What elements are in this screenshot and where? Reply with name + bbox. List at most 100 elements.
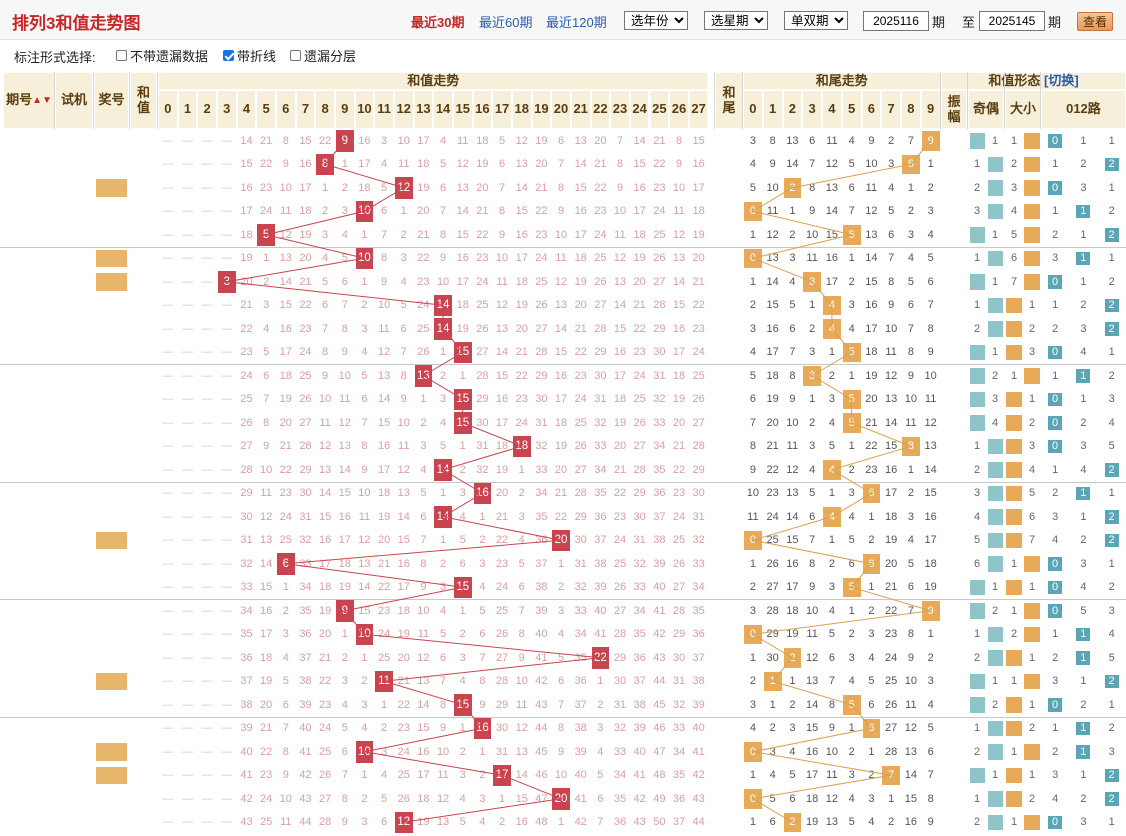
tail-hit-cell: 5 (842, 389, 861, 409)
from-period-input[interactable] (863, 11, 929, 31)
option-no-miss[interactable]: 不带遗漏数据 (116, 46, 208, 65)
checkbox-layer[interactable] (290, 50, 301, 61)
sum-miss-cell: 29 (633, 487, 646, 500)
sum-miss-cell: — (162, 181, 174, 194)
odd-even-hit (988, 744, 1003, 760)
sum-miss-cell: 9 (498, 228, 506, 241)
checkbox-line[interactable] (223, 50, 234, 61)
period-header[interactable]: 期号 ▲▼ (3, 72, 55, 129)
sum-miss-cell: 6 (381, 205, 388, 218)
sum-miss-cell: 32 (633, 557, 646, 570)
amp-cell (941, 482, 967, 506)
sum-miss-cell: 33 (672, 722, 686, 735)
sum-miss-cell: — (221, 463, 233, 476)
sum-miss-cell: 17 (299, 181, 312, 194)
tail-number-header: 7 (881, 90, 901, 129)
odd-even-hit (970, 697, 985, 713)
sum-miss-cell: 36 (692, 628, 705, 641)
road-miss: 3 (1080, 557, 1087, 570)
sum-miss-cell: 9 (263, 440, 270, 453)
try-cell (55, 670, 93, 694)
tail-cell (715, 552, 743, 576)
sum-miss-cell: 43 (240, 816, 253, 829)
sum-miss-cell: 20 (692, 252, 705, 265)
sum-number-header: 12 (393, 90, 414, 129)
query-button[interactable]: 查看 (1077, 12, 1113, 31)
sum-number-header: 6 (275, 90, 296, 129)
sum-miss-cell: 7 (557, 158, 565, 171)
amp-cell (941, 223, 967, 247)
sum-miss-cell: 17 (338, 534, 351, 547)
switch-link[interactable]: [切换] (1044, 73, 1079, 89)
sum-number-header: 5 (256, 90, 276, 129)
tail-hit-cell: 5 (842, 695, 861, 715)
tail-miss-cell: 16 (825, 252, 838, 265)
sum-miss-cell: 23 (260, 181, 273, 194)
sum-miss-cell: 1 (341, 628, 348, 641)
to-period-input[interactable] (979, 11, 1045, 31)
tail-miss-cell: 11 (766, 205, 779, 218)
odd-even-hit (988, 250, 1003, 266)
sum-miss-cell: 1 (440, 487, 447, 500)
sum-number-header: 23 (610, 90, 630, 129)
sum-miss-cell: 10 (436, 275, 450, 288)
tail-miss-cell: 28 (885, 745, 898, 758)
sum-miss-cell: 17 (318, 557, 332, 570)
period-cell (3, 153, 55, 177)
tail-miss-cell: 13 (766, 252, 779, 265)
big-small-hit (1024, 626, 1040, 642)
period-cell (3, 740, 55, 764)
sum-miss-cell: 3 (597, 722, 604, 735)
odd-even-miss: 1 (973, 440, 981, 453)
odd-even-hit (988, 791, 1003, 807)
sum-miss-cell: 11 (319, 416, 331, 429)
sum-miss-cell: 15 (515, 205, 528, 218)
weekday-select[interactable]: 选星期 (704, 11, 768, 30)
win-number-cell (96, 626, 127, 644)
road-hit: 0 (1048, 698, 1062, 712)
recent-30-link[interactable]: 最近30期 (411, 12, 464, 31)
recent-120-link[interactable]: 最近120期 (546, 12, 607, 31)
sum-miss-cell: 17 (515, 252, 528, 265)
sum-miss-cell: 26 (672, 557, 686, 570)
big-small-miss: 1 (1010, 604, 1018, 617)
option-layer[interactable]: 遗漏分层 (290, 46, 356, 65)
sum-miss-cell: 19 (338, 581, 351, 594)
sum-miss-cell: 24 (318, 722, 332, 735)
tail-miss-cell: 6 (828, 651, 835, 664)
sum-miss-cell: 5 (263, 346, 270, 359)
year-select[interactable]: 选年份 (624, 11, 688, 30)
tail-miss-cell: 5 (828, 628, 835, 641)
tail-miss-cell: 5 (789, 769, 796, 782)
parity-select[interactable]: 单双期 (784, 11, 848, 30)
tail-miss-cell: 14 (786, 158, 799, 171)
sum-miss-cell: 39 (299, 698, 312, 711)
sum-miss-cell: 8 (498, 205, 506, 218)
tail-cell (715, 764, 743, 788)
checkbox-no-miss[interactable] (116, 50, 127, 61)
tail-miss-cell: 5 (789, 299, 796, 312)
sum-miss-cell: 2 (440, 557, 447, 570)
try-cell (55, 411, 93, 435)
period-cell (3, 294, 55, 318)
recent-60-link[interactable]: 最近60期 (479, 12, 532, 31)
sum-miss-cell: 23 (692, 322, 705, 335)
sum-hit-cell: 5 (257, 224, 275, 246)
road-miss: 2 (1080, 792, 1087, 805)
sum-miss-cell: 32 (240, 557, 253, 570)
sum-miss-cell: 11 (280, 816, 292, 829)
tail-miss-cell: 8 (789, 369, 796, 382)
tail-miss-cell: 24 (766, 510, 779, 523)
road-miss: 1 (1052, 463, 1059, 476)
tail-miss-cell: 9 (907, 651, 914, 664)
road-miss: 1 (1108, 816, 1115, 829)
tail-miss-cell: 11 (806, 628, 818, 641)
big-small-miss: 1 (1028, 769, 1036, 782)
try-cell (55, 341, 93, 365)
sum-miss-cell: 19 (535, 134, 548, 147)
sum-miss-cell: 14 (377, 393, 391, 406)
option-line[interactable]: 带折线 (223, 46, 276, 65)
sum-miss-cell: — (221, 134, 233, 147)
sum-miss-cell: — (201, 299, 213, 312)
sum-miss-cell: 16 (338, 510, 351, 523)
